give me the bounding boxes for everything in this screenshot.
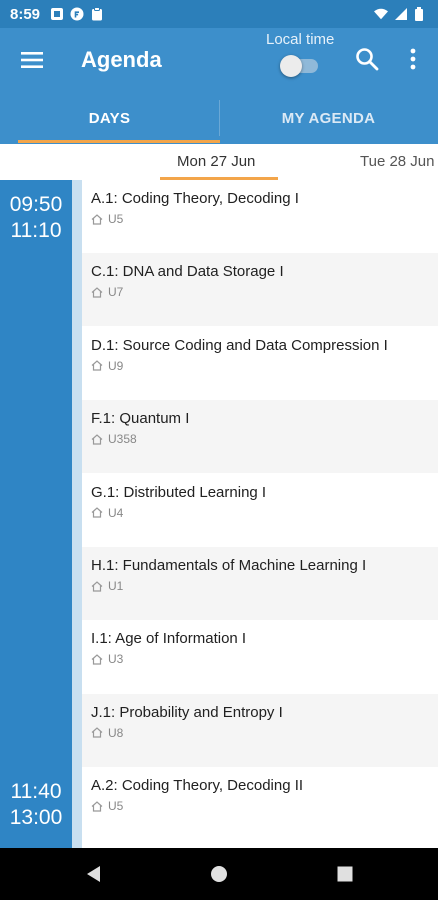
time-slot-start: 11:40 [10, 780, 62, 803]
session-title: G.1: Distributed Learning I [91, 483, 267, 501]
time-slot: 11:40 13:00 [0, 779, 72, 831]
session-room-label: U3 [108, 652, 124, 667]
session-room-label: U4 [108, 505, 124, 520]
session-room-label: U8 [108, 725, 124, 740]
room-icon [91, 360, 103, 371]
app-bar: Agenda Local time [0, 28, 438, 92]
session-room: U4 [91, 506, 438, 520]
time-column [0, 180, 72, 848]
session-room: U358 [91, 432, 438, 446]
time-slot-end: 13:00 [9, 806, 63, 829]
session-room-label: U5 [108, 212, 124, 226]
time-slot-start: 09:50 [9, 193, 63, 216]
day-tab[interactable]: Tue 28 Jun [360, 153, 435, 170]
session-room-label: U1 [108, 579, 124, 593]
room-icon [91, 654, 103, 665]
session-item[interactable]: C.1: DNA and Data Storage I U7 [82, 253, 438, 327]
tab-bar: DAYS MY AGENDA [0, 92, 438, 144]
session-room-label: U9 [108, 358, 124, 373]
signal-icon [394, 7, 408, 21]
toggle-thumb [280, 55, 302, 77]
local-time-label: Local time [266, 31, 335, 48]
session-room: U5 [91, 799, 438, 813]
session-room-label: U5 [108, 799, 124, 814]
session-item[interactable]: A.1: Coding Theory, Decoding I U5 [82, 180, 438, 253]
session-title: J.1: Probability and Entropy I [91, 703, 283, 721]
time-slot-end: 11:10 [10, 219, 62, 242]
session-item[interactable]: J.1: Probability and Entropy I U8 [82, 693, 438, 767]
session-title: H.1: Fundamentals of Machine Learning I [91, 557, 367, 574]
local-time-toggle[interactable] [280, 53, 320, 77]
day-selector: Mon 27 Jun Tue 28 Jun [0, 144, 438, 180]
notification-f-icon [70, 7, 84, 21]
tab-indicator [18, 140, 220, 143]
session-room-label: U7 [108, 285, 124, 300]
session-room: U3 [91, 652, 438, 666]
tab-divider [219, 100, 220, 136]
time-slot: 09:50 11:10 [0, 192, 72, 244]
session-item[interactable]: F.1: Quantum I U358 [82, 400, 438, 474]
session-room: U8 [91, 726, 438, 740]
session-title: D.1: Source Coding and Data Compression … [91, 336, 388, 354]
session-room: U9 [91, 359, 438, 373]
menu-icon[interactable] [18, 46, 46, 74]
tab-my-agenda[interactable]: MY AGENDA [219, 92, 438, 144]
room-icon [91, 580, 103, 592]
agenda-list[interactable]: 09:50 11:10 11:40 13:00 A.1: Coding Theo… [0, 180, 438, 848]
time-column-edge [72, 180, 82, 848]
session-title: F.1: Quantum I [91, 410, 190, 428]
day-tab-selected[interactable]: Mon 27 Jun [177, 153, 255, 170]
room-icon [91, 800, 103, 812]
battery-icon [414, 7, 428, 21]
session-room: U5 [91, 212, 438, 226]
status-bar: 8:59 [0, 0, 438, 28]
session-title: A.2: Coding Theory, Decoding II [91, 777, 304, 795]
clipboard-icon [90, 7, 104, 21]
session-title: A.1: Coding Theory, Decoding I [91, 190, 299, 207]
page-title: Agenda [81, 47, 162, 72]
recents-icon[interactable] [333, 862, 357, 886]
room-icon [91, 727, 103, 738]
home-icon[interactable] [207, 862, 231, 886]
session-item[interactable]: D.1: Source Coding and Data Compression … [82, 326, 438, 400]
navigation-bar [0, 848, 438, 900]
status-time: 8:59 [10, 5, 41, 23]
back-icon[interactable] [82, 862, 106, 886]
session-item[interactable]: H.1: Fundamentals of Machine Learning I U… [82, 547, 438, 620]
session-room-label: U358 [108, 432, 137, 447]
room-icon [91, 213, 103, 225]
room-icon [91, 433, 103, 445]
wifi-icon [374, 7, 388, 21]
notification-square-icon [50, 7, 64, 21]
session-item[interactable]: A.2: Coding Theory, Decoding II U5 [82, 767, 438, 841]
room-icon [91, 287, 103, 298]
session-title: C.1: DNA and Data Storage I [91, 263, 284, 281]
search-icon[interactable] [354, 46, 380, 72]
session-room: U7 [91, 285, 438, 299]
session-item[interactable]: G.1: Distributed Learning I U4 [82, 473, 438, 547]
session-room: U1 [91, 579, 438, 593]
session-title: I.1: Age of Information I [91, 630, 247, 648]
room-icon [91, 507, 103, 518]
session-item[interactable]: I.1: Age of Information I U3 [82, 620, 438, 694]
tab-days[interactable]: DAYS [0, 92, 219, 144]
more-vert-icon[interactable] [402, 46, 424, 72]
